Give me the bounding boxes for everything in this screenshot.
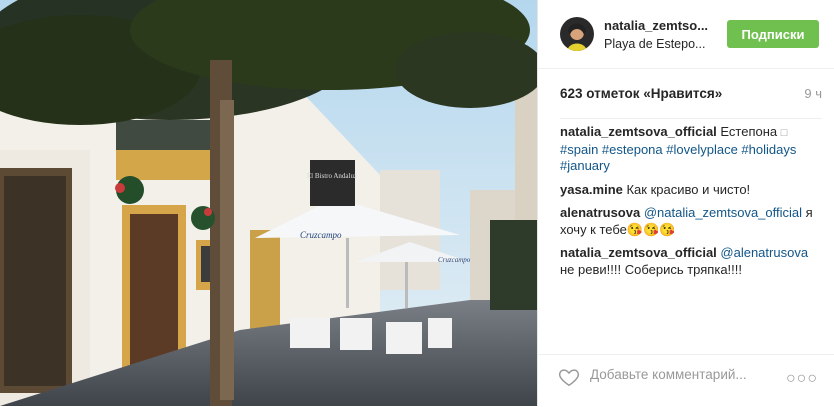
post-photo[interactable]: El Bistro Andaluz Cruzcampo Cruzcampo [0,0,537,406]
hashtags[interactable]: #spain #estepona #lovelyplace #holidays … [560,142,796,174]
comment-username[interactable]: alenatrusova [560,205,640,220]
follow-button[interactable]: Подписки [727,20,819,48]
comment-item: yasa.mine Как красиво и чисто! [560,182,822,199]
instagram-post: El Bistro Andaluz Cruzcampo Cruzcampo na… [0,0,834,406]
location[interactable]: Playa de Estepo... [604,37,705,51]
comment-item: alenatrusova @natalia_zemtsova_official … [560,205,822,238]
comment-text: не реви!!!! Соберись тряпка!!!! [560,261,742,277]
comment-username[interactable]: yasa.mine [560,182,623,197]
comment-footer: Добавьте комментарий... ○○○ [538,354,834,407]
avatar[interactable] [560,17,594,51]
comments-list: natalia_zemtsova_official Естепона □ #sp… [560,124,822,285]
post-time[interactable]: 9 ч [804,86,822,101]
umbrella-text: Cruzcampo [300,230,342,240]
username[interactable]: natalia_zemtso... [604,18,708,33]
post-sidebar: natalia_zemtso... Playa de Estepo... Под… [537,0,834,406]
sign-text-top: El Bistro Andaluz [307,172,357,180]
add-comment-input[interactable]: Добавьте комментарий... [590,367,747,382]
heart-icon[interactable] [558,366,580,388]
comment-item: natalia_zemtsova_official @alenatrusova … [560,245,822,278]
umbrella-text-2: Cruzcampo [438,256,471,264]
comment-text: Как красиво и чисто! [622,181,751,197]
comment-username[interactable]: natalia_zemtsova_official [560,245,717,260]
more-options-icon[interactable]: ○○○ [786,370,818,388]
comment-glyph: □ [780,127,788,139]
post-header: natalia_zemtso... Playa de Estepo... Под… [538,0,834,69]
likes-row: 623 отметок «Нравится» 9 ч [560,86,822,119]
likes-count[interactable]: 623 отметок «Нравится» [560,86,722,101]
street-photo-illustration: El Bistro Andaluz Cruzcampo Cruzcampo [0,0,537,406]
mention[interactable]: @natalia_zemtsova_official [640,205,802,220]
comment-item: natalia_zemtsova_official Естепона □ #sp… [560,124,822,175]
mention[interactable]: @alenatrusova [717,245,808,260]
avatar-image [560,17,594,51]
comment-text: Естепона [716,124,781,139]
comment-username[interactable]: natalia_zemtsova_official [560,124,717,139]
